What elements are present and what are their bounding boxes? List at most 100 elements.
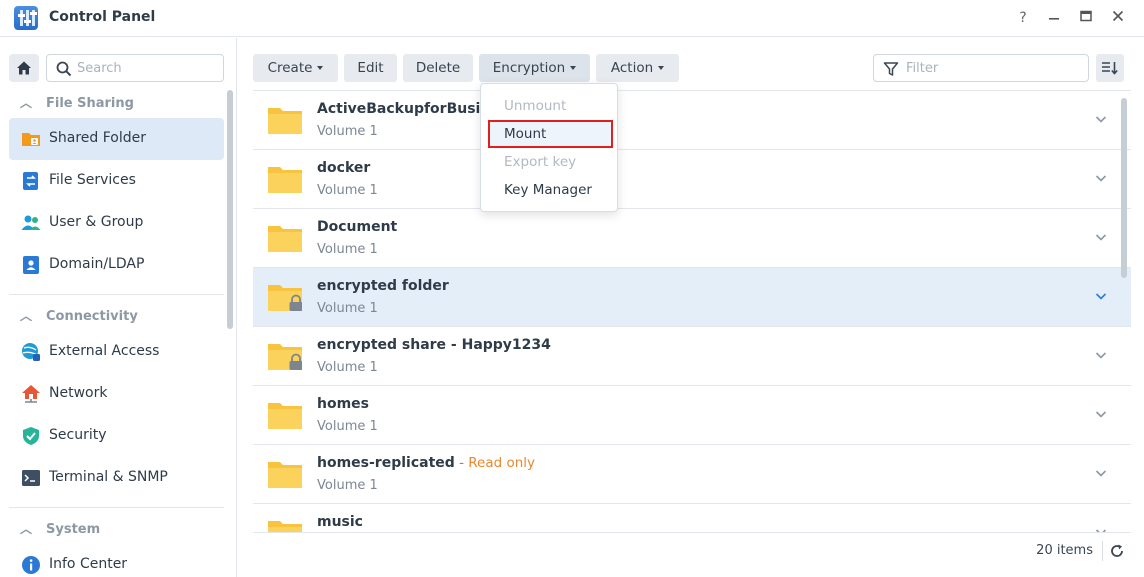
item-count: 20 items (1036, 543, 1093, 558)
section-divider (9, 507, 224, 508)
security-shield-icon (23, 427, 39, 445)
folder-volume: Volume 1 (317, 124, 378, 139)
folder-icon (268, 462, 302, 488)
main-panel: Create Edit Delete Encryption Action Act… (238, 38, 1144, 577)
maximize-icon (1080, 10, 1092, 22)
sidebar-item-security[interactable]: Security (9, 415, 224, 457)
home-button[interactable] (9, 54, 39, 82)
minimize-button[interactable] (1043, 7, 1065, 29)
folder-volume: Volume 1 (317, 242, 378, 257)
minimize-icon (1049, 18, 1059, 20)
menu-item-unmount[interactable]: Unmount (481, 92, 617, 120)
chevron-down-icon[interactable] (1093, 288, 1109, 304)
edit-button[interactable]: Edit (344, 54, 397, 82)
create-button[interactable]: Create (253, 54, 338, 82)
folder-icon (268, 226, 302, 252)
sidebar-item-label: Shared Folder (49, 130, 147, 146)
action-button[interactable]: Action (596, 54, 679, 82)
folder-row[interactable]: Document Volume 1 (253, 209, 1131, 268)
section-file-sharing[interactable]: ︿ File Sharing (20, 94, 134, 114)
sidebar-item-domain-ldap[interactable]: Domain/LDAP (9, 244, 224, 286)
list-scrollbar[interactable] (1121, 98, 1127, 278)
chevron-down-icon[interactable] (1093, 524, 1109, 532)
network-icon (22, 385, 40, 403)
chevron-up-icon: ︿ (20, 309, 33, 323)
encrypted-folder-icon (268, 285, 302, 311)
sidebar-item-file-services[interactable]: File Services (9, 160, 224, 202)
list-footer: 20 items (253, 532, 1131, 569)
encryption-dropdown-menu: Unmount Mount Export key Key Manager (480, 83, 618, 212)
encrypted-folder-icon (268, 344, 302, 370)
chevron-up-icon: ︿ (20, 522, 33, 536)
chevron-down-icon[interactable] (1093, 406, 1109, 422)
menu-item-export-key[interactable]: Export key (481, 148, 617, 176)
external-access-icon (22, 343, 40, 361)
folder-name: Document (317, 219, 398, 235)
sidebar-item-user-group[interactable]: User & Group (9, 202, 224, 244)
sidebar-item-external-access[interactable]: External Access (9, 331, 224, 373)
menu-item-key-manager[interactable]: Key Manager (481, 176, 617, 204)
section-system[interactable]: ︿ System (20, 520, 100, 540)
folder-name: docker (317, 160, 371, 176)
home-icon (17, 61, 31, 75)
filter-field[interactable] (873, 54, 1089, 82)
sidebar-item-network[interactable]: Network (9, 373, 224, 415)
refresh-icon[interactable] (1109, 543, 1125, 559)
terminal-icon (22, 470, 40, 486)
folder-row[interactable]: encrypted share - Happy1234 Volume 1 (253, 327, 1131, 386)
folder-row[interactable]: encrypted folder Volume 1 (253, 268, 1131, 327)
section-divider (9, 294, 224, 295)
search-input[interactable] (77, 58, 217, 78)
title-bar: Control Panel ? (0, 0, 1144, 37)
info-icon (22, 556, 40, 574)
search-icon (56, 61, 72, 77)
folder-name: music (317, 514, 363, 530)
sidebar-item-label: User & Group (49, 214, 144, 230)
search-field[interactable] (46, 54, 224, 82)
help-button[interactable]: ? (1012, 7, 1034, 29)
sort-button[interactable] (1096, 54, 1124, 82)
user-group-icon (21, 215, 41, 230)
folder-volume: Volume 1 (317, 183, 378, 198)
folder-name: homes (317, 396, 370, 412)
sidebar-item-terminal-snmp[interactable]: Terminal & SNMP (9, 457, 224, 499)
control-panel-app-icon (14, 6, 38, 30)
maximize-button[interactable] (1075, 7, 1097, 29)
caret-down-icon (658, 66, 665, 70)
filter-input[interactable] (906, 58, 1076, 78)
folder-name: homes-replicated - Read only (317, 455, 536, 471)
folder-row[interactable]: docker Volume 1 (253, 150, 1131, 209)
shared-folder-list: ActiveBackupforBusiness Volume 1 docker Vol… (253, 90, 1131, 532)
chevron-down-icon[interactable] (1093, 347, 1109, 363)
folder-icon (268, 521, 302, 532)
section-connectivity[interactable]: ︿ Connectivity (20, 307, 138, 327)
caret-down-icon (317, 66, 324, 70)
folder-row[interactable]: ActiveBackupforBusiness Volume 1 (253, 91, 1131, 150)
chevron-down-icon[interactable] (1093, 465, 1109, 481)
sidebar-item-label: External Access (49, 343, 160, 359)
folder-row[interactable]: homes-replicated - Read only Volume 1 (253, 445, 1131, 504)
sidebar-scrollbar[interactable] (227, 90, 233, 329)
encryption-button[interactable]: Encryption (479, 54, 590, 82)
chevron-down-icon[interactable] (1093, 229, 1109, 245)
sidebar-item-info-center[interactable]: Info Center (9, 544, 224, 577)
folder-row[interactable]: musicVolume 1 (253, 504, 1131, 532)
folder-volume: Volume 1 (317, 360, 378, 375)
delete-button[interactable]: Delete (403, 54, 473, 82)
folder-name: encrypted folder (317, 278, 449, 294)
folder-row[interactable]: homes Volume 1 (253, 386, 1131, 445)
menu-item-mount[interactable]: Mount (488, 120, 613, 148)
sidebar-item-label: Domain/LDAP (49, 256, 145, 272)
folder-name: encrypted share - Happy1234 (317, 337, 551, 353)
folder-name-separator: - (454, 455, 469, 471)
file-services-icon (23, 172, 38, 190)
shared-folder-icon (22, 133, 40, 146)
window-title: Control Panel (49, 9, 156, 25)
close-button[interactable] (1107, 7, 1129, 29)
sidebar-item-shared-folder[interactable]: Shared Folder (9, 118, 224, 160)
sidebar-item-label: File Services (49, 172, 136, 188)
sidebar-item-label: Terminal & SNMP (49, 469, 168, 485)
chevron-down-icon[interactable] (1093, 170, 1109, 186)
chevron-down-icon[interactable] (1093, 111, 1109, 127)
folder-volume: Volume 1 (317, 478, 378, 493)
